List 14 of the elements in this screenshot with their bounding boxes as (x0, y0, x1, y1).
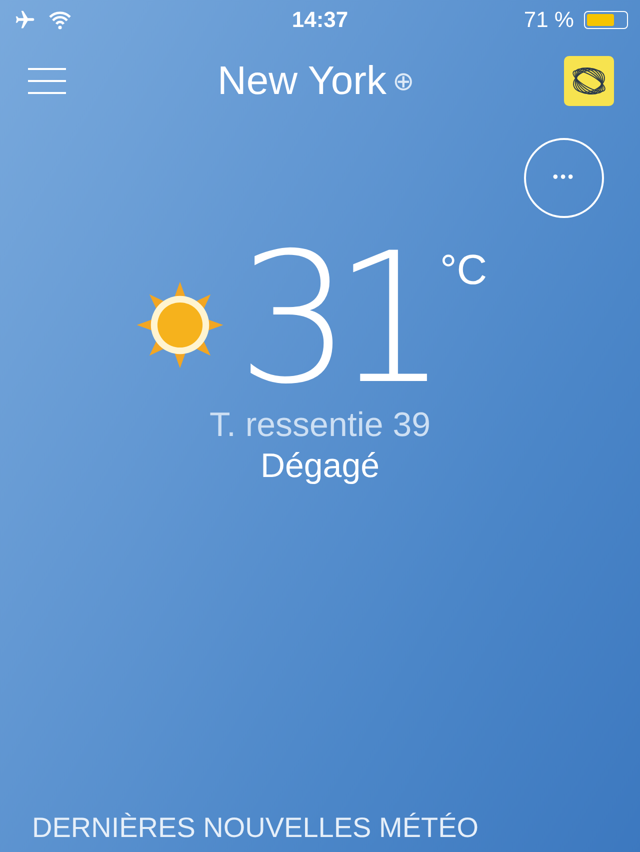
battery-icon (584, 11, 628, 29)
city-title[interactable]: New York (218, 58, 386, 104)
wifi-icon (48, 10, 72, 30)
status-time: 14:37 (292, 7, 348, 33)
menu-button[interactable] (26, 66, 68, 96)
news-section-title[interactable]: DERNIÈRES NOUVELLES MÉTÉO (32, 812, 479, 843)
feels-like-text: T. ressentie 39 (209, 406, 431, 445)
add-city-button[interactable]: ⊕ (392, 66, 414, 96)
condition-text: Dégagé (260, 447, 380, 486)
app-logo[interactable] (564, 56, 614, 106)
temperature: 31 (236, 240, 430, 400)
more-button[interactable]: ••• (524, 138, 604, 218)
temperature-unit: °C (440, 246, 488, 294)
battery-percentage: 71 % (524, 7, 574, 33)
